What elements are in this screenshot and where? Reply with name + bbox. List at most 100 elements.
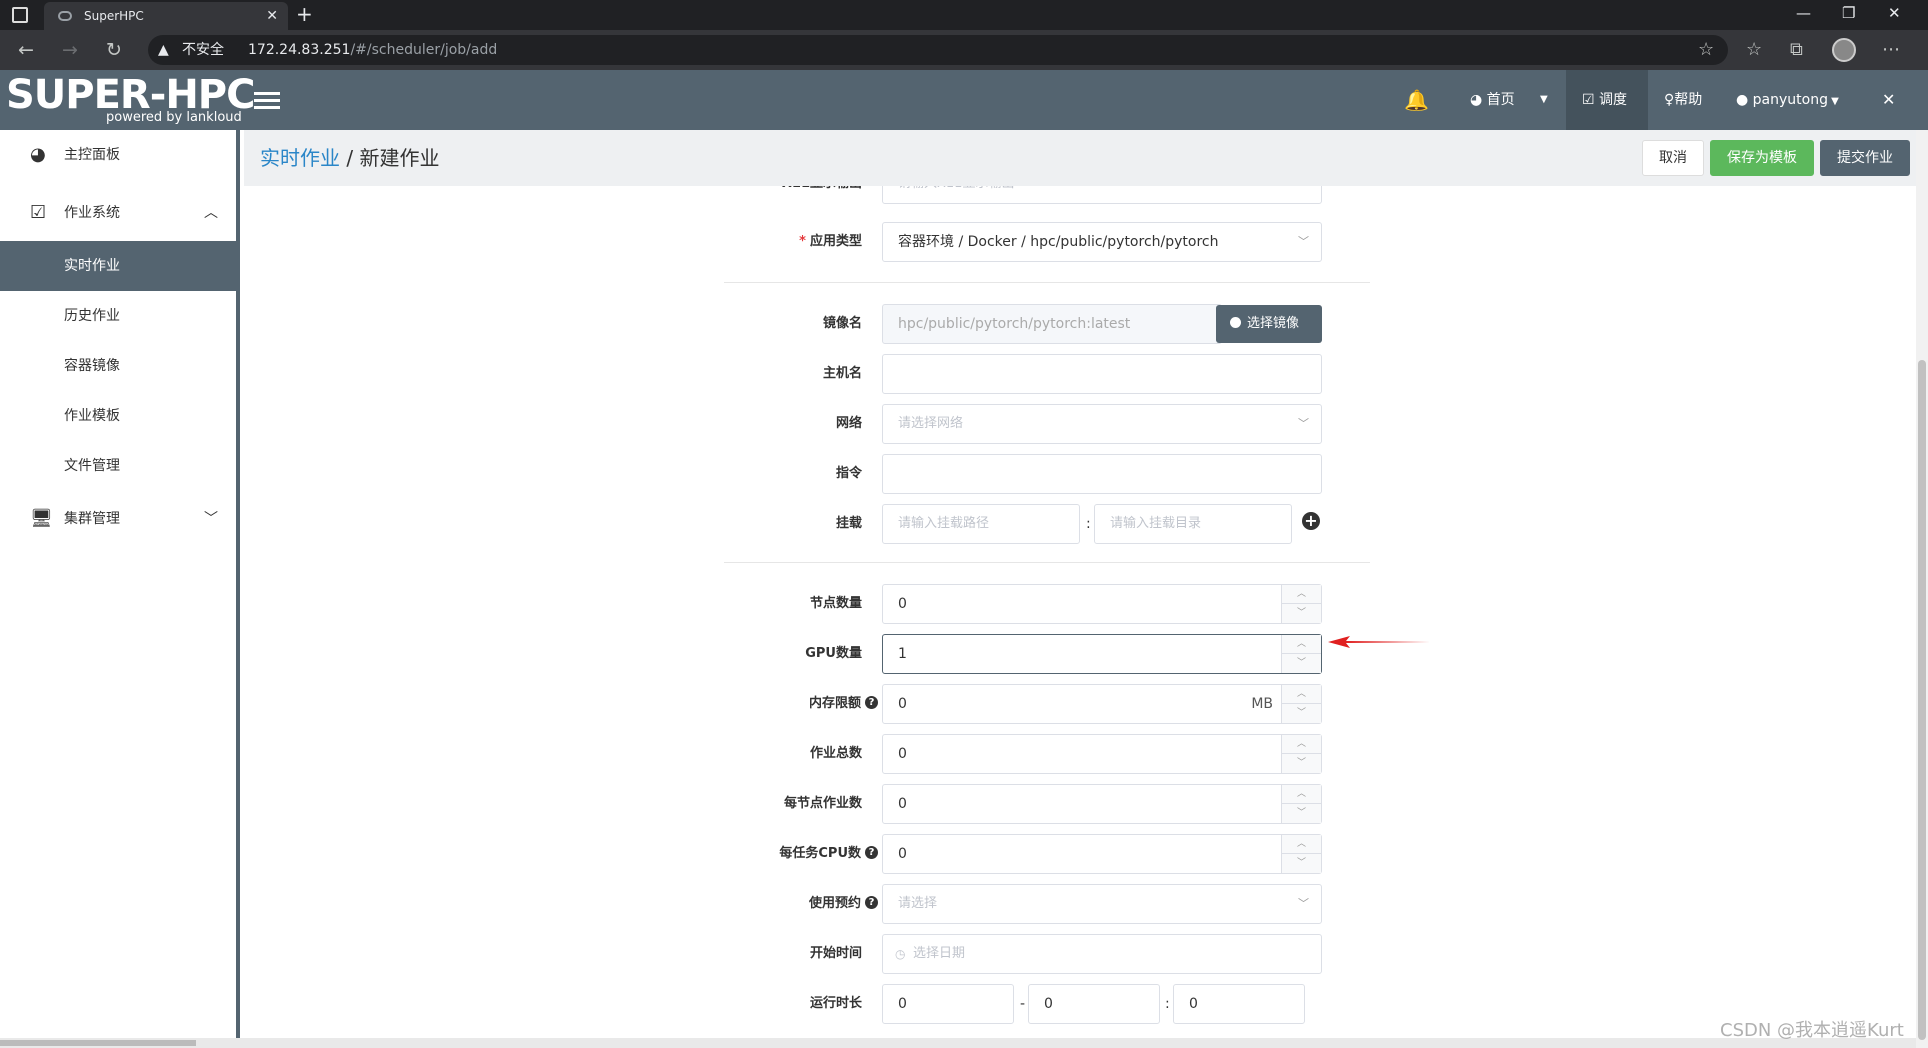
bell-icon[interactable]: 🔔 — [1404, 88, 1429, 112]
cpus-per-task-label: 每任务CPU数? — [244, 834, 878, 874]
sidebar: ◕ 主控面板 ☑ 作业系统 ︿ 实时作业 历史作业 容器镜像 作业模板 文件管理… — [0, 130, 240, 1048]
run-duration-label: 运行时长 — [809, 996, 862, 1011]
add-mount-icon[interactable]: + — [1302, 512, 1320, 530]
command-input[interactable] — [882, 454, 1322, 494]
reload-icon[interactable]: ↻ — [106, 39, 122, 61]
restore-icon[interactable]: ❐ — [1842, 4, 1855, 22]
menu-toggle-icon[interactable] — [254, 92, 280, 112]
vertical-scrollbar[interactable] — [1916, 130, 1928, 1048]
start-time-row: 开始时间 ◷ 选择日期 — [244, 934, 1916, 974]
job-total-stepper[interactable]: 0 ︿ ﹀ — [882, 734, 1322, 774]
user-menu[interactable]: ● panyutong ▼ — [1736, 70, 1839, 130]
decrement-icon[interactable]: ﹀ — [1282, 704, 1321, 723]
sidebar-item-file-management[interactable]: 文件管理 — [0, 441, 236, 491]
x11-label: X11显示输出 — [244, 186, 862, 204]
cancel-button[interactable]: 取消 — [1642, 140, 1704, 176]
nav-home[interactable]: ◕ 首页 — [1470, 70, 1515, 130]
sidebar-item-cluster-management[interactable]: 🖥 集群管理 ﹀ — [0, 494, 236, 544]
increment-icon[interactable]: ︿ — [1282, 835, 1321, 854]
breadcrumb-bar: 实时作业 / 新建作业 取消 保存为模板 提交作业 — [244, 130, 1916, 186]
horizontal-scrollbar[interactable] — [0, 1038, 1916, 1048]
decrement-icon[interactable]: ﹀ — [1282, 754, 1321, 773]
url-field[interactable]: ▲ 不安全 172.24.83.251/#/scheduler/job/add — [148, 35, 1728, 65]
tab-close-icon[interactable]: ✕ — [266, 2, 278, 30]
chevron-down-icon: ﹀ — [1298, 417, 1309, 430]
help-icon[interactable]: ? — [865, 896, 878, 909]
decrement-icon[interactable]: ﹀ — [1282, 654, 1321, 673]
schedule-icon: ☑ — [1582, 92, 1600, 108]
browser-tab[interactable]: SuperHPC ✕ — [44, 2, 288, 30]
increment-icon[interactable]: ︿ — [1282, 635, 1321, 654]
run-duration-minutes-input[interactable]: 0 — [1173, 984, 1305, 1024]
image-row: 镜像名 hpc/public/pytorch/pytorch:latest 选择… — [244, 304, 1916, 344]
mount-path-input[interactable]: 请输入挂载路径 — [882, 504, 1080, 544]
nav-help[interactable]: ♀帮助 — [1664, 70, 1702, 130]
back-icon[interactable]: ← — [18, 39, 34, 61]
sidebar-item-dashboard[interactable]: ◕ 主控面板 — [0, 130, 236, 180]
cpus-per-task-stepper[interactable]: 0 ︿ ﹀ — [882, 834, 1322, 874]
nav-schedule[interactable]: ☑ 调度 — [1566, 70, 1648, 130]
forward-icon[interactable]: → — [62, 39, 78, 61]
stepper-controls: ︿ ﹀ — [1281, 635, 1321, 673]
collections-icon[interactable]: ⧉ — [1790, 39, 1803, 60]
favorites-icon[interactable]: ☆ — [1746, 39, 1762, 60]
jobs-per-node-stepper[interactable]: 0 ︿ ﹀ — [882, 784, 1322, 824]
decrement-icon[interactable]: ﹀ — [1282, 854, 1321, 873]
close-window-icon[interactable]: ✕ — [1888, 4, 1901, 22]
increment-icon[interactable]: ︿ — [1282, 685, 1321, 704]
breadcrumb-parent-link[interactable]: 实时作业 — [260, 146, 340, 170]
hscroll-thumb[interactable] — [0, 1040, 196, 1046]
decrement-icon[interactable]: ﹀ — [1282, 804, 1321, 823]
insecure-label: 不安全 — [182, 42, 224, 58]
sidebar-item-history-jobs[interactable]: 历史作业 — [0, 291, 236, 341]
tab-actions-icon[interactable] — [12, 7, 28, 23]
hostname-input[interactable] — [882, 354, 1322, 394]
run-duration-days-input[interactable]: 0 — [882, 984, 1014, 1024]
help-icon[interactable]: ? — [865, 696, 878, 709]
scrollbar-thumb[interactable] — [1918, 360, 1926, 1040]
sidebar-item-job-system[interactable]: ☑ 作业系统 ︿ — [0, 188, 236, 238]
submit-job-button[interactable]: 提交作业 — [1820, 140, 1910, 176]
nav-home-dropdown-icon[interactable]: ▼ — [1540, 70, 1548, 130]
gpu-count-label: GPU数量 — [805, 646, 862, 661]
app-type-select[interactable]: 容器环境 / Docker / hpc/public/pytorch/pytor… — [882, 222, 1322, 262]
annotation-arrow — [1328, 636, 1430, 648]
memory-limit-stepper[interactable]: 0 MB ︿ ﹀ — [882, 684, 1322, 724]
increment-icon[interactable]: ︿ — [1282, 785, 1321, 804]
sidebar-item-realtime-jobs[interactable]: 实时作业 — [0, 241, 236, 291]
breadcrumb: 实时作业 / 新建作业 — [260, 146, 440, 170]
minimize-icon[interactable]: — — [1796, 4, 1811, 22]
decrement-icon[interactable]: ﹀ — [1282, 604, 1321, 623]
watermark: CSDN @我本逍遥Kurt — [1720, 1020, 1904, 1041]
help-icon[interactable]: ? — [865, 846, 878, 859]
memory-unit: MB — [1251, 696, 1273, 712]
profile-avatar[interactable] — [1832, 38, 1856, 62]
dashboard-icon: ◕ — [1470, 92, 1487, 108]
run-duration-hours-input[interactable]: 0 — [1028, 984, 1160, 1024]
node-count-stepper[interactable]: 0 ︿ ﹀ — [882, 584, 1322, 624]
select-image-button[interactable]: 选择镜像 — [1216, 305, 1322, 343]
fullscreen-icon[interactable]: ✕ — [1882, 70, 1895, 130]
new-tab-button[interactable]: + — [296, 2, 313, 26]
start-time-picker[interactable]: ◷ 选择日期 — [882, 934, 1322, 974]
gpu-count-stepper[interactable]: 1 ︿ ﹀ — [882, 634, 1322, 674]
increment-icon[interactable]: ︿ — [1282, 585, 1321, 604]
memory-limit-row: 内存限额? 0 MB ︿ ﹀ — [244, 684, 1916, 724]
reservation-select[interactable]: 请选择 ﹀ — [882, 884, 1322, 924]
mount-label: 挂载 — [835, 516, 862, 531]
more-icon[interactable]: ⋯ — [1882, 39, 1900, 60]
start-time-label: 开始时间 — [809, 946, 862, 961]
x11-row: X11显示输出 请输入X11显示输出 — [244, 186, 1916, 204]
x11-input[interactable]: 请输入X11显示输出 — [882, 186, 1322, 204]
save-template-button[interactable]: 保存为模板 — [1710, 140, 1814, 176]
increment-icon[interactable]: ︿ — [1282, 735, 1321, 754]
duration-separator: : — [1165, 996, 1170, 1012]
mount-dir-input[interactable]: 请输入挂载目录 — [1094, 504, 1292, 544]
favorite-add-icon[interactable]: ☆ — [1698, 39, 1714, 60]
network-select[interactable]: 请选择网络 ﹀ — [882, 404, 1322, 444]
sidebar-item-container-images[interactable]: 容器镜像 — [0, 341, 236, 391]
sidebar-item-job-templates[interactable]: 作业模板 — [0, 391, 236, 441]
job-form: X11显示输出 请输入X11显示输出 *应用类型 容器环境 / Docker /… — [244, 186, 1916, 1048]
url-text: 172.24.83.251/#/scheduler/job/add — [248, 42, 498, 58]
job-total-label: 作业总数 — [809, 746, 862, 761]
